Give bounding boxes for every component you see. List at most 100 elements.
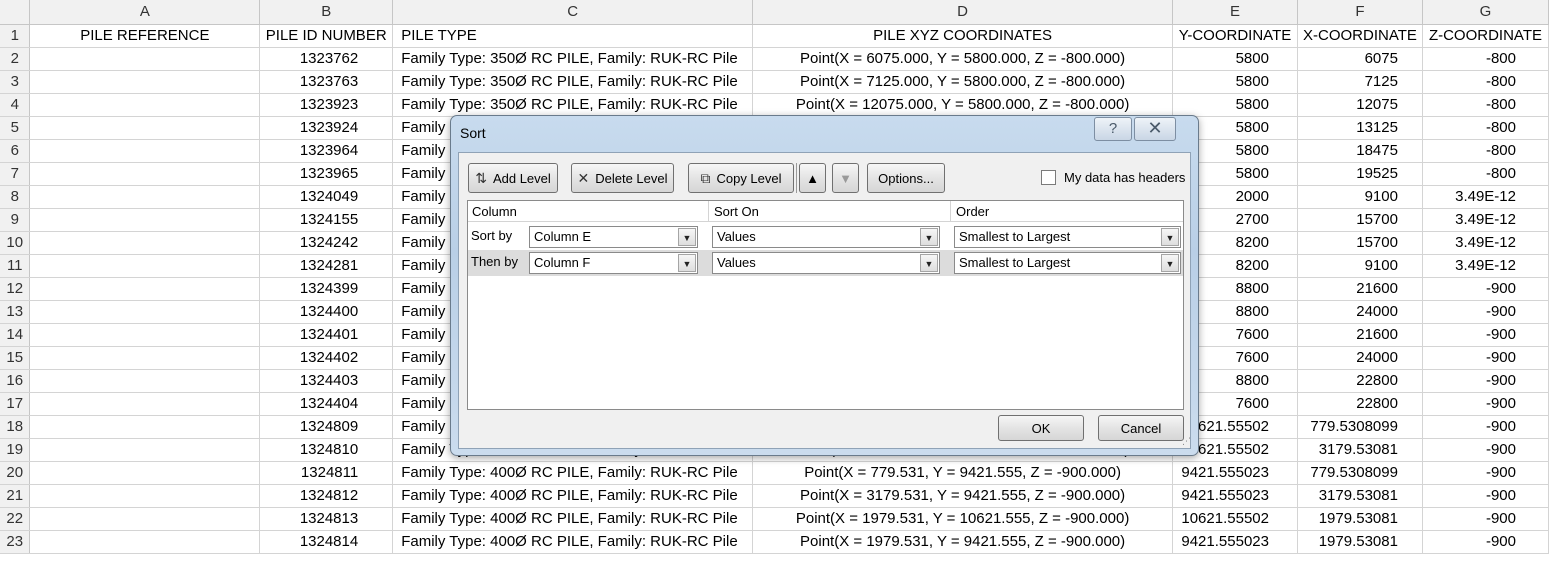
cell[interactable]: 1324400	[259, 300, 394, 324]
cell[interactable]	[29, 438, 261, 462]
cell[interactable]	[29, 530, 261, 554]
row-number[interactable]: 9	[0, 208, 31, 232]
cell[interactable]: 21600	[1297, 323, 1423, 347]
cell[interactable]: 3179.53081	[1297, 438, 1423, 462]
cell[interactable]: 1324401	[259, 323, 394, 347]
cell[interactable]: 15700	[1297, 208, 1423, 232]
cell[interactable]: 1324810	[259, 438, 394, 462]
cell[interactable]	[29, 346, 261, 370]
cell[interactable]: 3.49E-12	[1422, 185, 1549, 209]
move-up-button[interactable]: ▲	[799, 163, 826, 193]
cell[interactable]	[29, 208, 261, 232]
cell[interactable]: 6075	[1297, 47, 1423, 71]
cell[interactable]: 7125	[1297, 70, 1423, 94]
cell[interactable]: 15700	[1297, 231, 1423, 255]
row-number[interactable]: 18	[0, 415, 31, 439]
sort-level-row[interactable]: Then by Column F ▼ Values ▼ Smallest to …	[468, 250, 1183, 276]
cell[interactable]: -900	[1422, 323, 1549, 347]
cell[interactable]: -900	[1422, 346, 1549, 370]
cell[interactable]: 22800	[1297, 392, 1423, 416]
column-select[interactable]: Column F ▼	[529, 252, 698, 274]
cell[interactable]: -900	[1422, 300, 1549, 324]
cell[interactable]: 19525	[1297, 162, 1423, 186]
cell[interactable]: 3.49E-12	[1422, 231, 1549, 255]
cell[interactable]	[29, 139, 261, 163]
chevron-down-icon[interactable]: ▼	[920, 254, 938, 272]
cell[interactable]: -800	[1422, 93, 1549, 117]
cell[interactable]: -900	[1422, 461, 1549, 485]
cell[interactable]: 18475	[1297, 139, 1423, 163]
cell[interactable]: 9421.555023	[1172, 484, 1298, 508]
cell[interactable]: 1324155	[259, 208, 394, 232]
cell[interactable]: 1324281	[259, 254, 394, 278]
column-letter[interactable]: D	[752, 0, 1173, 25]
cell[interactable]	[29, 300, 261, 324]
cell[interactable]: -900	[1422, 369, 1549, 393]
options-button[interactable]: Options...	[867, 163, 945, 193]
cell[interactable]: 21600	[1297, 277, 1423, 301]
cell[interactable]: 10621.55502	[1172, 507, 1298, 531]
order-select[interactable]: Smallest to Largest ▼	[954, 252, 1181, 274]
cell[interactable]: 24000	[1297, 346, 1423, 370]
row-number[interactable]: 5	[0, 116, 31, 140]
cell[interactable]: 3.49E-12	[1422, 254, 1549, 278]
column-letter[interactable]: C	[392, 0, 754, 25]
row-number[interactable]: 19	[0, 438, 31, 462]
question-icon[interactable]: ?	[1094, 117, 1132, 141]
cell[interactable]: -800	[1422, 116, 1549, 140]
cell[interactable]	[29, 47, 261, 71]
cell[interactable]: -900	[1422, 507, 1549, 531]
cell[interactable]	[29, 461, 261, 485]
cell[interactable]: 9100	[1297, 254, 1423, 278]
header-cell[interactable]: Z-COORDINATE	[1422, 24, 1549, 48]
cell[interactable]: 1324242	[259, 231, 394, 255]
cell[interactable]: 1979.53081	[1297, 507, 1423, 531]
cell[interactable]: 1324403	[259, 369, 394, 393]
cell[interactable]: 1324402	[259, 346, 394, 370]
cell[interactable]: 1323762	[259, 47, 394, 71]
header-cell[interactable]: PILE REFERENCE	[29, 24, 261, 48]
header-cell[interactable]: PILE ID NUMBER	[259, 24, 394, 48]
cell[interactable]	[29, 323, 261, 347]
cell[interactable]: 1979.53081	[1297, 530, 1423, 554]
cell[interactable]	[29, 415, 261, 439]
cell[interactable]: 3.49E-12	[1422, 208, 1549, 232]
row-number[interactable]: 13	[0, 300, 31, 324]
column-letter[interactable]: G	[1422, 0, 1549, 25]
ok-button[interactable]: OK	[998, 415, 1084, 441]
sort-on-select[interactable]: Values ▼	[712, 252, 940, 274]
cell[interactable]: Point(X = 1979.531, Y = 9421.555, Z = -9…	[752, 530, 1173, 554]
row-number[interactable]: 10	[0, 231, 31, 255]
sort-on-select[interactable]: Values ▼	[712, 226, 940, 248]
cell[interactable]	[29, 93, 261, 117]
cell[interactable]	[29, 231, 261, 255]
row-number[interactable]: 1	[0, 24, 31, 48]
cell[interactable]: 13125	[1297, 116, 1423, 140]
cell[interactable]: 1324049	[259, 185, 394, 209]
cell[interactable]: 9421.555023	[1172, 530, 1298, 554]
cell[interactable]: Family Type: 400Ø RC PILE, Family: RUK-R…	[392, 484, 754, 508]
cell[interactable]	[29, 116, 261, 140]
cancel-button[interactable]: Cancel	[1098, 415, 1184, 441]
cell[interactable]: 5800	[1172, 70, 1298, 94]
cell[interactable]: 1324811	[259, 461, 394, 485]
cell[interactable]: -900	[1422, 484, 1549, 508]
cell[interactable]: Point(X = 1979.531, Y = 10621.555, Z = -…	[752, 507, 1173, 531]
select-all-corner[interactable]	[0, 0, 31, 25]
row-number[interactable]: 17	[0, 392, 31, 416]
row-number[interactable]: 3	[0, 70, 31, 94]
cell[interactable]: 22800	[1297, 369, 1423, 393]
row-number[interactable]: 14	[0, 323, 31, 347]
cell[interactable]: 5800	[1172, 93, 1298, 117]
row-number[interactable]: 23	[0, 530, 31, 554]
cell[interactable]: -800	[1422, 162, 1549, 186]
cell[interactable]: 1323923	[259, 93, 394, 117]
cell[interactable]	[29, 392, 261, 416]
cell[interactable]	[29, 162, 261, 186]
row-number[interactable]: 7	[0, 162, 31, 186]
cell[interactable]: Point(X = 7125.000, Y = 5800.000, Z = -8…	[752, 70, 1173, 94]
cell[interactable]: -900	[1422, 530, 1549, 554]
cell[interactable]: -800	[1422, 70, 1549, 94]
cell[interactable]: -900	[1422, 415, 1549, 439]
row-number[interactable]: 6	[0, 139, 31, 163]
